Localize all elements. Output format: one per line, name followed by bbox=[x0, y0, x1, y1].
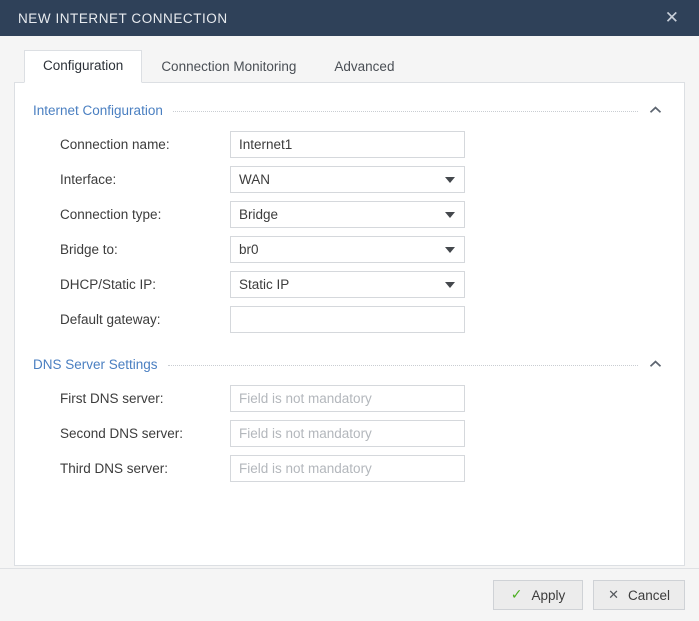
label-third-dns-server: Third DNS server: bbox=[60, 461, 169, 476]
form-row-bridge-to: Bridge to: br0 bbox=[33, 232, 666, 267]
dialog-body: Configuration Connection Monitoring Advanc… bbox=[0, 36, 699, 568]
chevron-down-icon[interactable] bbox=[445, 246, 455, 253]
cancel-button-label: Cancel bbox=[627, 587, 670, 603]
label-interface: Interface: bbox=[60, 172, 117, 187]
form-row-default-gateway: Default gateway: bbox=[33, 302, 666, 337]
dialog-titlebar: NEW INTERNET CONNECTION ✕ bbox=[0, 0, 699, 36]
label-first-dns-server: First DNS server: bbox=[60, 391, 164, 406]
form-row-second-dns-server: Second DNS server: Field is not mandatory bbox=[33, 416, 666, 451]
select-connection-type[interactable]: Bridge bbox=[230, 201, 465, 228]
field-placeholder: Field is not mandatory bbox=[239, 391, 372, 406]
label-connection-type: Connection type: bbox=[60, 207, 162, 222]
dialog-title: NEW INTERNET CONNECTION bbox=[18, 10, 228, 26]
chevron-up-icon[interactable] bbox=[644, 360, 666, 368]
field-value: WAN bbox=[239, 172, 270, 187]
input-connection-name[interactable]: Internet1 bbox=[230, 131, 465, 158]
section-title: Internet Configuration bbox=[33, 102, 163, 118]
label-bridge-to: Bridge to: bbox=[60, 242, 118, 257]
cancel-button[interactable]: ✕ Cancel bbox=[593, 580, 685, 610]
label-connection-name: Connection name: bbox=[60, 137, 170, 152]
label-default-gateway: Default gateway: bbox=[60, 312, 161, 327]
tab-content-configuration: Internet Configuration Connection name: In… bbox=[14, 83, 685, 566]
label-dhcp-static-ip: DHCP/Static IP: bbox=[60, 277, 157, 292]
select-interface[interactable]: WAN bbox=[230, 166, 465, 193]
tab-configuration[interactable]: Configuration bbox=[24, 50, 143, 83]
apply-button[interactable]: ✓ Apply bbox=[493, 580, 584, 610]
input-third-dns-server[interactable]: Field is not mandatory bbox=[230, 455, 465, 482]
label-second-dns-server: Second DNS server: bbox=[60, 426, 184, 441]
form-row-connection-type: Connection type: Bridge bbox=[33, 197, 666, 232]
field-placeholder: Field is not mandatory bbox=[239, 461, 372, 476]
input-second-dns-server[interactable]: Field is not mandatory bbox=[230, 420, 465, 447]
tab-advanced[interactable]: Advanced bbox=[315, 51, 413, 83]
form-row-connection-name: Connection name: Internet1 bbox=[33, 127, 666, 162]
form-row-first-dns-server: First DNS server: Field is not mandatory bbox=[33, 381, 666, 416]
chevron-up-icon[interactable] bbox=[644, 106, 666, 114]
chevron-down-icon[interactable] bbox=[445, 176, 455, 183]
tab-connection-monitoring[interactable]: Connection Monitoring bbox=[142, 51, 315, 83]
field-placeholder: Field is not mandatory bbox=[239, 426, 372, 441]
close-icon[interactable]: ✕ bbox=[661, 8, 683, 29]
chevron-down-icon[interactable] bbox=[445, 281, 455, 288]
section-divider bbox=[172, 111, 638, 112]
section-header-dns-server-settings[interactable]: DNS Server Settings bbox=[33, 351, 666, 377]
select-bridge-to[interactable]: br0 bbox=[230, 236, 465, 263]
close-icon: ✕ bbox=[608, 587, 619, 603]
section-header-internet-configuration[interactable]: Internet Configuration bbox=[33, 97, 666, 123]
tab-strip: Configuration Connection Monitoring Advanc… bbox=[14, 50, 685, 83]
field-value: Static IP bbox=[239, 277, 290, 292]
input-first-dns-server[interactable]: Field is not mandatory bbox=[230, 385, 465, 412]
chevron-down-icon[interactable] bbox=[445, 211, 455, 218]
field-value: Internet1 bbox=[239, 137, 293, 152]
check-icon: ✓ bbox=[510, 587, 523, 603]
section-title: DNS Server Settings bbox=[33, 356, 158, 372]
form-row-interface: Interface: WAN bbox=[33, 162, 666, 197]
section-divider bbox=[167, 365, 638, 366]
field-value: Bridge bbox=[239, 207, 279, 222]
apply-button-label: Apply bbox=[531, 587, 566, 603]
form-row-dhcp-static-ip: DHCP/Static IP: Static IP bbox=[33, 267, 666, 302]
dialog-footer: ✓ Apply ✕ Cancel bbox=[0, 568, 699, 621]
input-default-gateway[interactable] bbox=[230, 306, 465, 333]
field-value: br0 bbox=[239, 242, 259, 257]
form-row-third-dns-server: Third DNS server: Field is not mandatory bbox=[33, 451, 666, 486]
select-dhcp-static-ip[interactable]: Static IP bbox=[230, 271, 465, 298]
